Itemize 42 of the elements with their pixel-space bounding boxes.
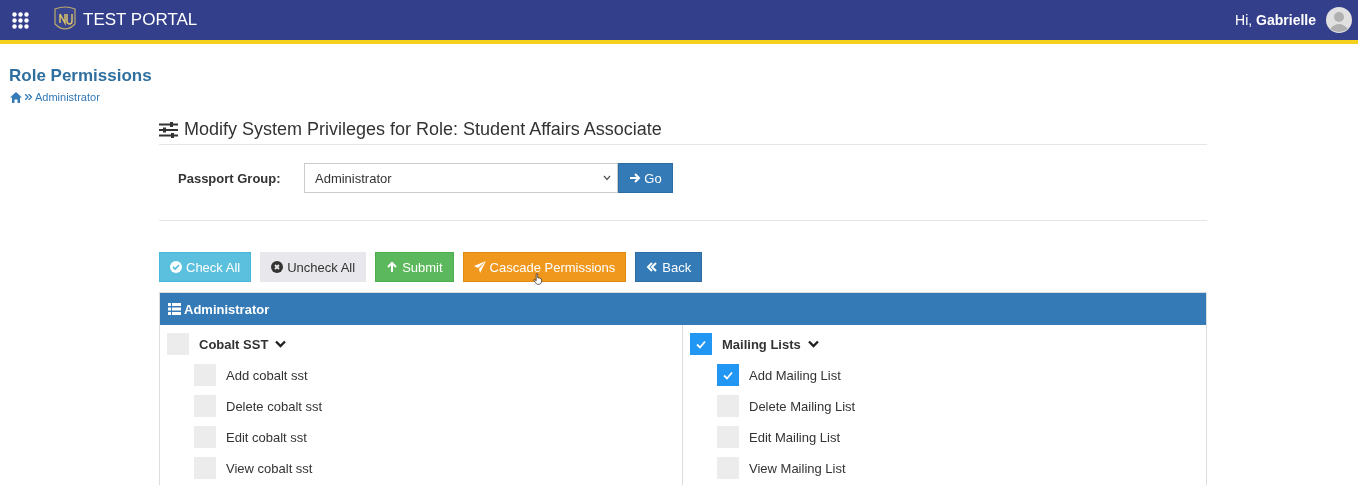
checkmark-icon [723,370,733,380]
submit-button[interactable]: Submit [375,252,454,282]
section-heading: Modify System Privileges for Role: Student Affairs Associate [184,119,662,140]
back-button[interactable]: Back [635,252,703,282]
page-title: Role Permissions [9,66,153,86]
caret-icon[interactable] [807,340,819,348]
passport-group-dropdown[interactable]: Administrator [304,163,618,193]
avatar-icon[interactable] [1326,7,1352,33]
permission-label: View Mailing List [749,460,846,476]
arrow-up-icon [386,261,399,273]
permission-label: Add Mailing List [749,367,841,383]
go-button[interactable]: Go [618,163,673,193]
x-circle-icon [271,261,284,273]
arrow-right-icon [629,172,642,184]
permission-label: Edit cobalt sst [226,429,307,445]
portal-title: TEST PORTAL [83,10,198,30]
checkmark-icon [696,339,706,349]
list-icon [168,303,181,315]
home-icon[interactable] [10,91,22,103]
caret-icon[interactable] [275,340,287,348]
grid-menu-icon[interactable] [12,11,29,29]
double-chevron-left-icon [646,261,659,273]
sliders-icon [159,121,178,138]
field-label: Passport Group: [178,170,282,186]
uncheck-all-button[interactable]: Uncheck All [260,252,367,282]
group-label: Cobalt SST [199,336,269,352]
checkbox[interactable] [690,333,712,355]
breadcrumb-link[interactable]: Administrator [35,91,100,103]
pointer-cursor-icon [531,273,544,285]
panel-title: Administrator [184,301,270,317]
chevron-down-icon [603,175,611,181]
permission-label: Edit Mailing List [749,429,841,445]
user-greeting: Hi, Gabrielle [1235,12,1316,28]
permission-label: Delete cobalt sst [226,398,323,414]
permission-label: Add cobalt sst [226,367,308,383]
permission-label: Delete Mailing List [749,398,856,414]
group-label: Mailing Lists [722,336,801,352]
paper-plane-icon [473,261,486,273]
checkbox[interactable] [717,364,739,386]
permission-label: View cobalt sst [226,460,313,476]
check-circle-icon [170,261,182,273]
breadcrumb-separator-icon [25,94,32,100]
